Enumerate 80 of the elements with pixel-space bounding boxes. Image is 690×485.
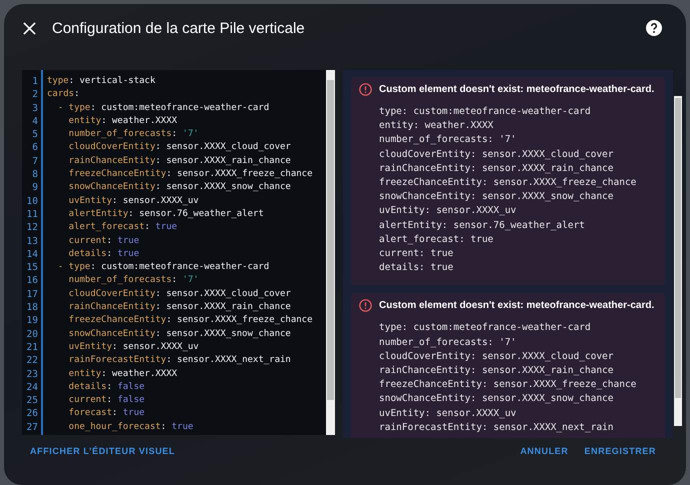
config-line: current: true [379,247,454,262]
code-line: number_of_forecasts: '7' [68,128,200,142]
config-line: alert_forecast: true [379,232,494,247]
code-line: forecast: true [68,407,146,420]
code-line: uvEntity: sensor.XXXX_uv [68,194,200,208]
line-number: 20 [26,328,38,341]
code-line: rainChanceEntity: sensor.XXXX_rain_chance [68,301,292,314]
code-line: entity: weather.XXXX [68,368,178,381]
dialog-button[interactable]: ANNULER [516,442,572,460]
code-line: snowChanceEntity: sensor.XXXX_snow_chance [68,328,292,341]
line-number: 18 [26,301,38,314]
error-message: Custom element doesn't exist: meteofrance-weather-card. [379,84,654,95]
line-number: 15 [26,261,38,274]
code-line: rainChanceEntity: sensor.XXXX_rain_chance [68,154,292,168]
line-number: 25 [26,394,38,408]
line-number: 3 [32,102,38,115]
line-number: 6 [32,141,38,155]
code-line: alertEntity: sensor.76_weather_alert [68,208,265,221]
error-message: Custom element doesn't exist: meteofrance-weather-card. [379,300,654,312]
line-number: 7 [32,154,38,168]
config-line: rainChanceEntity: sensor.XXXX_rain_chance [379,364,614,378]
code-line: details: false [68,380,146,394]
line-number: 11 [26,208,38,222]
config-line: freezeChanceEntity: sensor.XXXX_freeze_chance [379,378,638,392]
line-number: 24 [26,380,38,394]
code-line: number_of_forecasts: '7' [68,274,200,288]
code-line: uvEntity: sensor.XXXX_uv [68,340,200,354]
code-line: entity: weather.XXXX [68,114,178,128]
line-number: 26 [26,407,38,421]
line-number: 23 [26,368,38,381]
code-line: cloudCoverEntity: sensor.XXXX_cloud_cover [68,141,292,154]
config-line: uvEntity: sensor.XXXX_uv [379,204,518,218]
code-line: snowChanceEntity: sensor.XXXX_snow_chance [68,181,292,194]
code-line: - type: custom:meteofrance-weather-card [56,102,270,115]
line-number: 16 [26,274,38,288]
config-line: rainChanceEntity: sensor.XXXX_rain_chance [379,162,614,176]
config-line: number_of_forecasts: '7' [379,336,518,350]
line-number: 19 [26,314,38,328]
config-line: type: custom:meteofrance-weather-card [379,321,592,336]
config-line: entity: weather.XXXX [379,119,494,134]
config-line: number_of_forecasts: '7' [379,133,518,148]
code-line: current: false [68,394,146,408]
config-line: cloudCoverEntity: sensor.XXXX_cloud_cover [379,148,614,162]
code-line: - type: custom:meteofrance-weather-card [56,261,270,274]
line-number: 14 [26,248,38,262]
line-number: 5 [32,128,38,142]
line-number: 2 [32,88,38,102]
code-line: rainForecastEntity: sensor.XXXX_next_rain [68,354,292,368]
config-line: type: custom:meteofrance-weather-card [379,105,592,119]
code-line: cards: [47,88,81,102]
line-number: 27 [26,420,38,434]
config-line: freezeChanceEntity: sensor.XXXX_freeze_chance [379,176,638,190]
dialog-title: Configuration de la carte Pile verticale [52,20,306,36]
config-line: alertEntity: sensor.76_weather_alert [379,218,586,233]
config-line: uvEntity: sensor.XXXX_uv [379,406,518,421]
config-line: cloudCoverEntity: sensor.XXXX_cloud_cover [379,350,614,364]
line-number: 13 [26,234,38,248]
line-number: 1 [32,75,38,88]
line-number: 22 [26,354,38,368]
code-line: details: true [68,248,140,261]
config-line: rainForecastEntity: sensor.XXXX_next_rain [379,420,614,435]
line-number: 12 [26,221,38,235]
code-line: cloudCoverEntity: sensor.XXXX_cloud_cover [68,288,292,301]
dialog-button[interactable]: ENREGISTRER [580,442,660,460]
line-number: 8 [32,168,38,182]
line-number: 21 [26,340,38,354]
line-number: 4 [32,114,38,128]
config-line: snowChanceEntity: sensor.XXXX_snow_chance [379,190,614,204]
code-line: one_hour_forecast: true [68,420,194,434]
code-line: alert_forecast: true [68,221,178,234]
config-line: details: true [379,261,454,276]
code-line: type: vertical-stack [47,75,156,88]
line-number: 9 [32,181,38,195]
line-number: 10 [26,194,38,208]
line-number: 17 [26,288,38,302]
visual-editor-button[interactable]: AFFICHER L’ÉDITEUR VISUEL [26,442,180,460]
code-line: freezeChanceEntity: sensor.XXXX_freeze_chance [68,168,313,182]
code-line: current: true [68,234,140,248]
config-line: snowChanceEntity: sensor.XXXX_snow_chance [379,392,614,406]
code-line: freezeChanceEntity: sensor.XXXX_freeze_chance [68,314,313,328]
